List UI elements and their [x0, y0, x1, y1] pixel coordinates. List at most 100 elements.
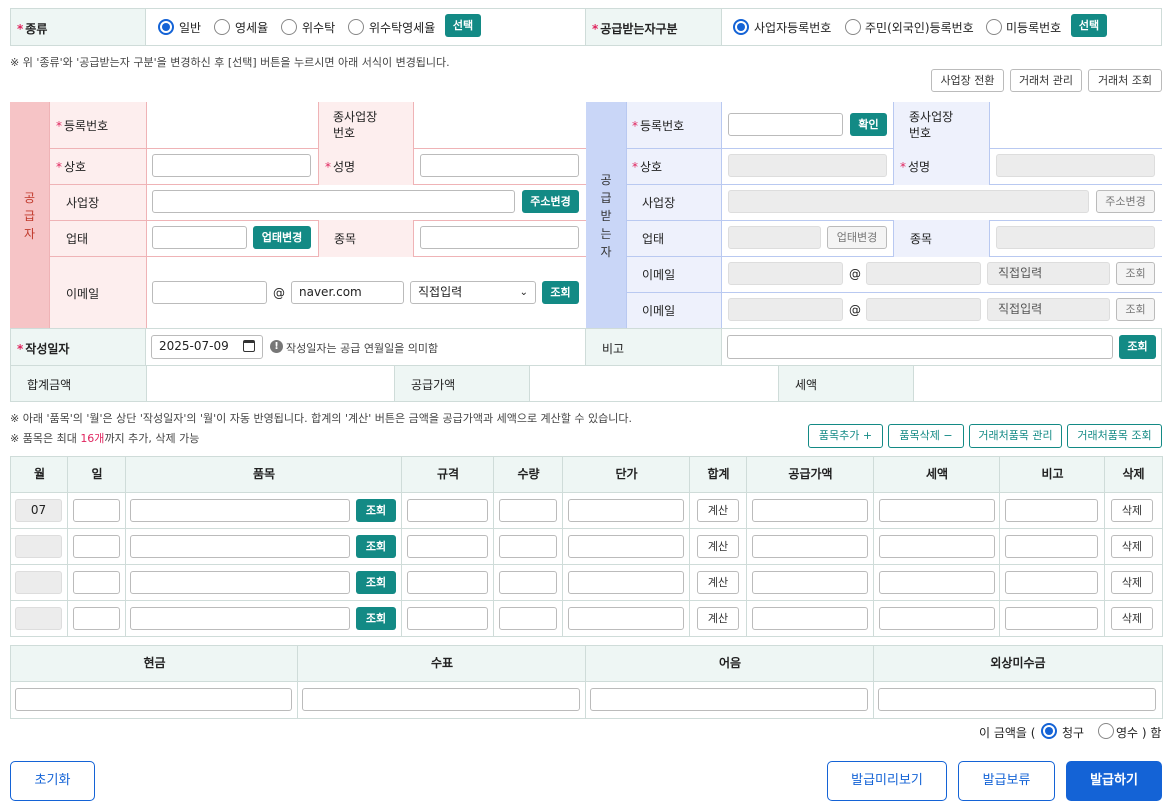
- supplier-email-domain-input[interactable]: naver.com: [291, 281, 404, 304]
- row-day-input[interactable]: [73, 535, 120, 558]
- row-day-input[interactable]: [73, 499, 120, 522]
- row-calc-button[interactable]: 계산: [697, 571, 739, 594]
- supplier-ceo-input[interactable]: [420, 154, 579, 177]
- radio-claim[interactable]: [1041, 723, 1057, 739]
- receiver-biz-type-change-button[interactable]: 업태변경: [827, 226, 887, 249]
- row-price-input[interactable]: [568, 571, 684, 594]
- row-delete-button[interactable]: 삭제: [1111, 499, 1153, 522]
- row-spec-input[interactable]: [407, 535, 488, 558]
- remark-lookup-button[interactable]: 조회: [1119, 335, 1156, 359]
- receiver-ceo-input[interactable]: [996, 154, 1155, 177]
- row-month-input[interactable]: [15, 571, 62, 594]
- receiver-email2-lookup-button[interactable]: 조회: [1116, 298, 1155, 321]
- row-item-lookup-button[interactable]: 조회: [356, 607, 396, 630]
- row-tax-input[interactable]: [879, 499, 995, 522]
- preview-button[interactable]: 발급미리보기: [827, 761, 947, 801]
- receiver-biz-item-input[interactable]: [996, 226, 1155, 249]
- row-qty-input[interactable]: [499, 499, 557, 522]
- row-item-lookup-button[interactable]: 조회: [356, 571, 396, 594]
- row-month-input[interactable]: [15, 535, 62, 558]
- row-day-input[interactable]: [73, 607, 120, 630]
- row-month-input[interactable]: [15, 607, 62, 630]
- row-remark-input[interactable]: [1005, 535, 1098, 558]
- row-spec-input[interactable]: [407, 607, 488, 630]
- switch-workplace-button[interactable]: 사업장 전환: [931, 69, 1004, 92]
- receiver-biz-type-input[interactable]: [728, 226, 821, 249]
- partner-item-lookup-button[interactable]: 거래처품목 조회: [1067, 424, 1162, 448]
- row-tax-input[interactable]: [879, 607, 995, 630]
- row-qty-input[interactable]: [499, 535, 557, 558]
- remark-input[interactable]: [727, 335, 1113, 359]
- receiver-address-input[interactable]: [728, 190, 1089, 213]
- supplier-email-domain-select[interactable]: 직접입력 ⌄: [410, 281, 536, 304]
- pay-input-cash[interactable]: [15, 688, 292, 711]
- row-remark-input[interactable]: [1005, 499, 1098, 522]
- row-calc-button[interactable]: 계산: [697, 499, 739, 522]
- radio-consign-zero[interactable]: [348, 19, 364, 35]
- radio-biz-no[interactable]: [733, 19, 749, 35]
- supplier-biz-item-input[interactable]: [420, 226, 579, 249]
- supplier-email-lookup-button[interactable]: 조회: [542, 281, 579, 304]
- reset-button[interactable]: 초기화: [10, 761, 95, 801]
- radio-unregistered[interactable]: [986, 19, 1002, 35]
- supplier-biz-type-input[interactable]: [152, 226, 247, 249]
- receiver-email1-lookup-button[interactable]: 조회: [1116, 262, 1155, 285]
- row-tax-input[interactable]: [879, 535, 995, 558]
- radio-consign[interactable]: [281, 19, 297, 35]
- row-supply-input[interactable]: [752, 499, 868, 522]
- row-spec-input[interactable]: [407, 499, 488, 522]
- pay-input-receivable[interactable]: [878, 688, 1156, 711]
- receiver-address-change-button[interactable]: 주소변경: [1096, 190, 1155, 213]
- type-select-button[interactable]: 선택: [445, 14, 481, 37]
- row-item-lookup-button[interactable]: 조회: [356, 499, 396, 522]
- row-price-input[interactable]: [568, 499, 684, 522]
- row-price-input[interactable]: [568, 535, 684, 558]
- receiver-name-input[interactable]: [728, 154, 887, 177]
- receiver-confirm-button[interactable]: 확인: [850, 113, 887, 136]
- receiver-email2-domain-input[interactable]: [866, 298, 981, 321]
- issue-button[interactable]: 발급하기: [1066, 761, 1162, 801]
- row-supply-input[interactable]: [752, 535, 868, 558]
- row-supply-input[interactable]: [752, 571, 868, 594]
- row-item-input[interactable]: [130, 535, 350, 558]
- supplier-email-id-input[interactable]: [152, 281, 267, 304]
- row-qty-input[interactable]: [499, 571, 557, 594]
- partner-item-manage-button[interactable]: 거래처품목 관리: [969, 424, 1062, 448]
- supplier-biz-type-change-button[interactable]: 업태변경: [253, 226, 311, 249]
- partner-manage-button[interactable]: 거래처 관리: [1010, 69, 1082, 92]
- receiver-email1-domain-select[interactable]: 직접입력: [987, 262, 1110, 285]
- row-item-input[interactable]: [130, 571, 350, 594]
- row-supply-input[interactable]: [752, 607, 868, 630]
- calendar-icon[interactable]: [243, 340, 255, 352]
- supplier-address-input[interactable]: [152, 190, 515, 213]
- partner-lookup-button[interactable]: 거래처 조회: [1088, 69, 1162, 92]
- row-item-input[interactable]: [130, 607, 350, 630]
- recv-select-button[interactable]: 선택: [1071, 14, 1107, 37]
- row-delete-button[interactable]: 삭제: [1111, 607, 1153, 630]
- row-remark-input[interactable]: [1005, 571, 1098, 594]
- receiver-email1-id-input[interactable]: [728, 262, 843, 285]
- hold-button[interactable]: 발급보류: [958, 761, 1055, 801]
- row-delete-button[interactable]: 삭제: [1111, 535, 1153, 558]
- radio-general[interactable]: [158, 19, 174, 35]
- delete-item-button[interactable]: 품목삭제 −: [888, 424, 964, 448]
- receiver-email1-domain-input[interactable]: [866, 262, 981, 285]
- row-spec-input[interactable]: [407, 571, 488, 594]
- row-calc-button[interactable]: 계산: [697, 535, 739, 558]
- row-item-input[interactable]: [130, 499, 350, 522]
- row-tax-input[interactable]: [879, 571, 995, 594]
- pay-input-note[interactable]: [590, 688, 868, 711]
- radio-resident-no[interactable]: [845, 19, 861, 35]
- radio-zero-rate[interactable]: [214, 19, 230, 35]
- row-calc-button[interactable]: 계산: [697, 607, 739, 630]
- receiver-email2-id-input[interactable]: [728, 298, 843, 321]
- pay-input-check[interactable]: [302, 688, 580, 711]
- row-item-lookup-button[interactable]: 조회: [356, 535, 396, 558]
- row-price-input[interactable]: [568, 607, 684, 630]
- row-day-input[interactable]: [73, 571, 120, 594]
- supplier-name-input[interactable]: [152, 154, 311, 177]
- receiver-email2-domain-select[interactable]: 직접입력: [987, 298, 1110, 321]
- row-delete-button[interactable]: 삭제: [1111, 571, 1153, 594]
- add-item-button[interactable]: 품목추가 +: [808, 424, 883, 448]
- row-month-input[interactable]: 07: [15, 499, 62, 522]
